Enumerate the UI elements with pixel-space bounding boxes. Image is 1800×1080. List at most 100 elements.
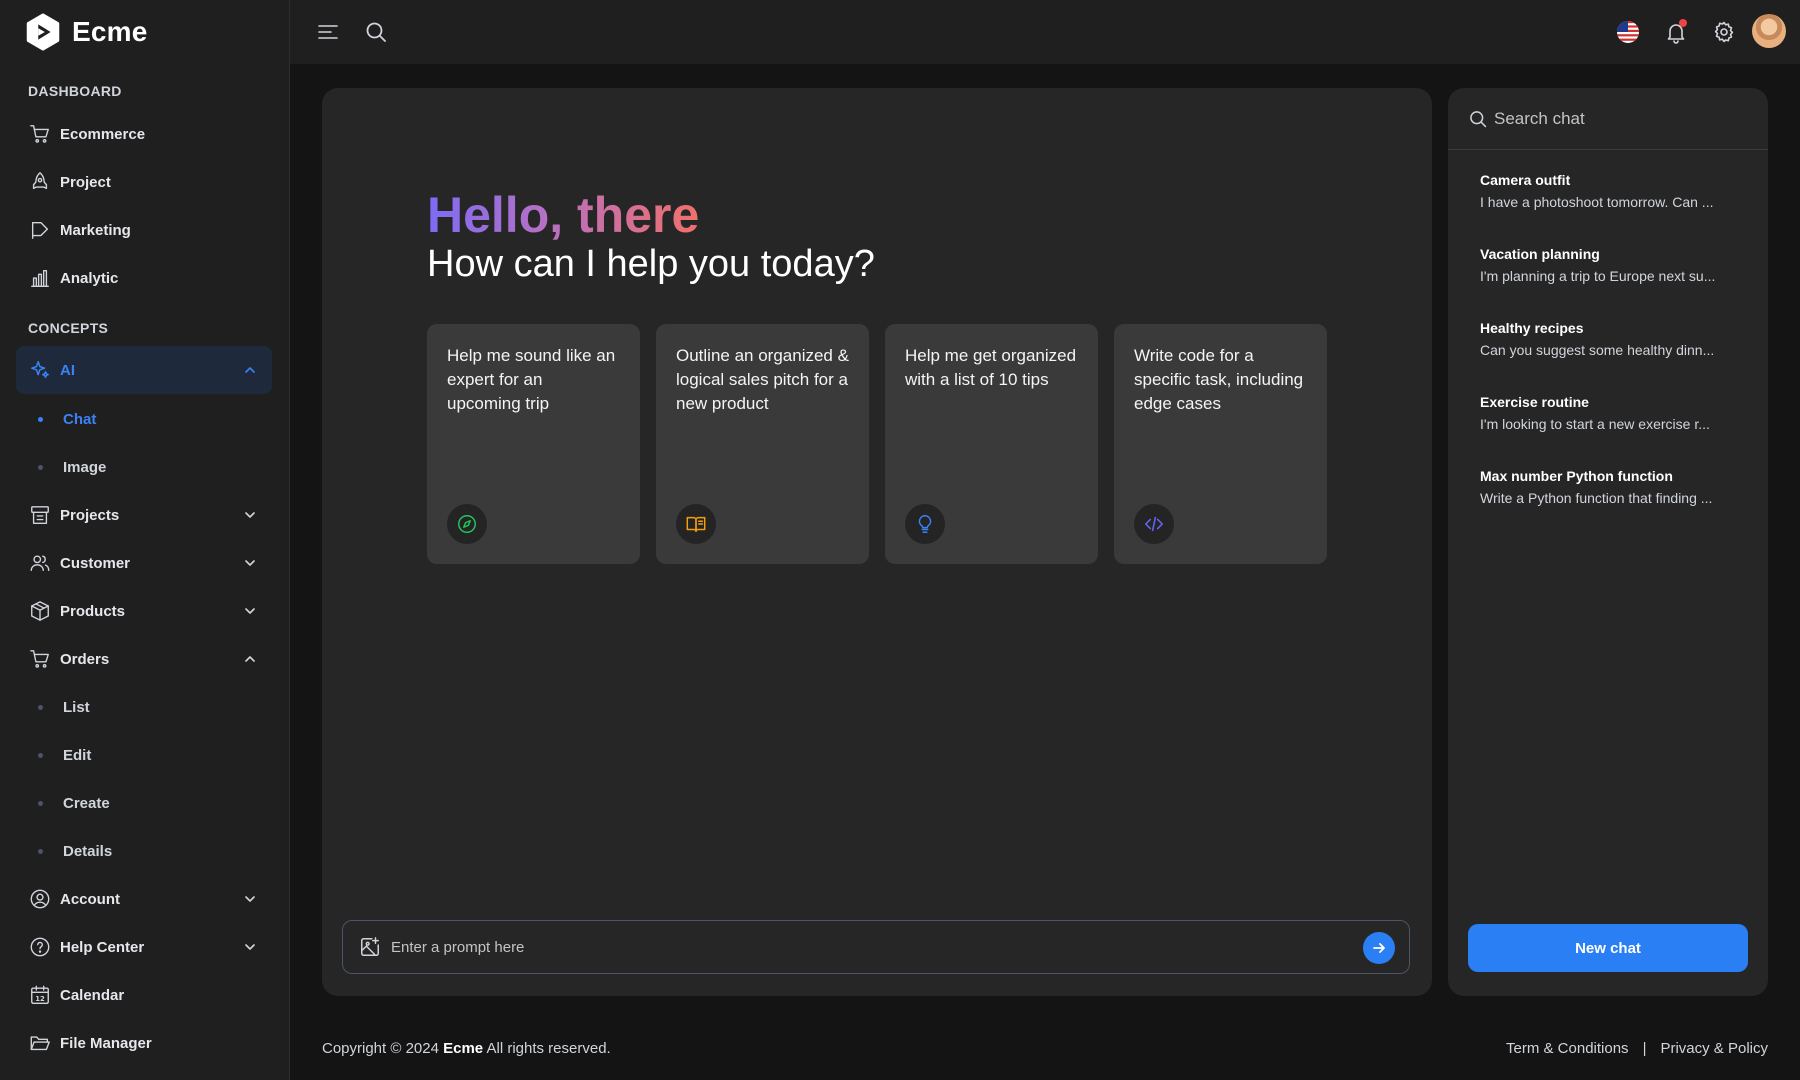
cart-icon: [28, 647, 52, 671]
ecme-logo-icon: [26, 13, 60, 51]
prompt-input[interactable]: [391, 929, 1351, 965]
svg-text:12: 12: [35, 995, 45, 1003]
sidebar-item-label: Orders: [60, 650, 110, 668]
section-title-dashboard: DASHBOARD: [28, 83, 122, 99]
chat-preview: I have a photoshoot tomorrow. Can ...: [1480, 194, 1714, 210]
chat-search: [1448, 88, 1768, 150]
suggestion-text: Help me sound like an expert for an upco…: [447, 346, 616, 413]
user-avatar[interactable]: [1752, 14, 1786, 48]
greeting-subtitle: How can I help you today?: [427, 243, 875, 285]
notification-badge: [1679, 19, 1687, 27]
copyright-brand: Ecme: [443, 1040, 484, 1057]
settings-button[interactable]: [1710, 18, 1738, 46]
sidebar-subitem-create[interactable]: Create: [30, 783, 270, 823]
chat-search-input[interactable]: [1494, 102, 1750, 136]
chat-history-item[interactable]: Max number Python function Write a Pytho…: [1480, 468, 1744, 506]
suggestion-card[interactable]: Help me get organized with a list of 10 …: [885, 324, 1098, 564]
sidebar-subitem-label: List: [63, 698, 90, 716]
suggestion-card[interactable]: Write code for a specific task, includin…: [1114, 324, 1327, 564]
menu-toggle-button[interactable]: [314, 18, 342, 46]
flag-icon: [28, 218, 52, 242]
gear-icon: [1714, 21, 1734, 43]
chat-history-item[interactable]: Exercise routine I'm looking to start a …: [1480, 394, 1744, 432]
header-search-button[interactable]: [362, 18, 390, 46]
search-icon: [366, 22, 386, 42]
chat-history-item[interactable]: Camera outfit I have a photoshoot tomorr…: [1480, 172, 1744, 210]
sidebar-item-customer[interactable]: Customer: [16, 539, 272, 587]
prompt-box: [342, 920, 1410, 974]
sidebar-subitem-details[interactable]: Details: [30, 831, 270, 871]
sidebar-item-label: Account: [60, 890, 120, 908]
sidebar-item-account[interactable]: Account: [16, 875, 272, 923]
chat-history-item[interactable]: Healthy recipes Can you suggest some hea…: [1480, 320, 1744, 358]
send-button[interactable]: [1363, 932, 1395, 964]
sidebar-subitem-chat[interactable]: Chat: [30, 399, 270, 439]
chat-title: Healthy recipes: [1480, 320, 1584, 336]
chevron-up-icon: [245, 656, 255, 662]
menu-icon: [318, 25, 338, 39]
chevron-down-icon: [245, 944, 255, 950]
calendar-icon: 12: [28, 983, 52, 1007]
sidebar-item-ai[interactable]: AI: [16, 346, 272, 394]
chat-title: Camera outfit: [1480, 172, 1571, 188]
sidebar-subitem-list[interactable]: List: [30, 687, 270, 727]
copyright-prefix: Copyright © 2024: [322, 1040, 439, 1057]
sidebar-item-project[interactable]: Project: [16, 158, 272, 206]
sidebar-item-label: Ecommerce: [60, 125, 146, 143]
bullet-dot: [38, 848, 43, 854]
sidebar-item-help-center[interactable]: Help Center: [16, 923, 272, 971]
chat-history-item[interactable]: Vacation planning I'm planning a trip to…: [1480, 246, 1744, 284]
image-upload-icon[interactable]: [359, 936, 381, 958]
language-selector[interactable]: [1614, 18, 1642, 46]
help-icon: [28, 935, 52, 959]
suggestion-text: Outline an organized & logical sales pit…: [676, 346, 849, 413]
ai-chat-main-panel: Hello, there How can I help you today? H…: [322, 88, 1432, 996]
chat-history-panel: Camera outfit I have a photoshoot tomorr…: [1448, 88, 1768, 996]
suggestion-text: Write code for a specific task, includin…: [1134, 346, 1304, 413]
sidebar-item-products[interactable]: Products: [16, 587, 272, 635]
code-icon: [1134, 504, 1174, 544]
footer-separator: |: [1642, 1040, 1647, 1057]
user-circle-icon: [28, 887, 52, 911]
sidebar-item-label: Help Center: [60, 938, 145, 956]
suggestion-card[interactable]: Outline an organized & logical sales pit…: [656, 324, 869, 564]
sidebar-item-projects[interactable]: Projects: [16, 491, 272, 539]
us-flag-icon: [1617, 21, 1639, 43]
sidebar-item-label: Products: [60, 602, 126, 620]
bullet-dot: [38, 752, 43, 758]
lightbulb-icon: [905, 504, 945, 544]
sidebar-subitem-label: Details: [63, 842, 113, 860]
app-logo[interactable]: Ecme: [24, 12, 148, 52]
chevron-down-icon: [245, 896, 255, 902]
sidebar: Ecme DASHBOARD Ecommerce Project Marketi…: [0, 0, 290, 1080]
terms-link[interactable]: Term & Conditions: [1506, 1040, 1629, 1057]
sidebar-item-label: Marketing: [60, 221, 131, 239]
privacy-link[interactable]: Privacy & Policy: [1660, 1040, 1768, 1057]
section-title-concepts: CONCEPTS: [28, 320, 109, 336]
chat-title: Vacation planning: [1480, 246, 1600, 262]
footer-copyright: Copyright © 2024 Ecme All rights reserve…: [322, 1040, 611, 1057]
sidebar-subitem-edit[interactable]: Edit: [30, 735, 270, 775]
sidebar-item-marketing[interactable]: Marketing: [16, 206, 272, 254]
sidebar-item-orders[interactable]: Orders: [16, 635, 272, 683]
chevron-down-icon: [245, 512, 255, 518]
sidebar-item-ecommerce[interactable]: Ecommerce: [16, 110, 272, 158]
new-chat-button[interactable]: New chat: [1468, 924, 1748, 972]
chat-preview: Write a Python function that finding ...: [1480, 490, 1713, 506]
chat-preview: I'm looking to start a new exercise r...: [1480, 416, 1710, 432]
sparkle-icon: [28, 358, 52, 382]
suggestion-card[interactable]: Help me sound like an expert for an upco…: [427, 324, 640, 564]
sidebar-item-label: AI: [60, 361, 75, 379]
cart-icon: [28, 122, 52, 146]
top-header: [290, 0, 1800, 64]
bullet-dot: [38, 416, 43, 422]
sidebar-item-calendar[interactable]: 12 Calendar: [16, 971, 272, 1019]
sidebar-subitem-image[interactable]: Image: [30, 447, 270, 487]
bullet-dot: [38, 464, 43, 470]
sidebar-item-analytic[interactable]: Analytic: [16, 254, 272, 302]
sidebar-item-file-manager[interactable]: File Manager: [16, 1019, 272, 1067]
sidebar-subitem-label: Chat: [63, 410, 97, 428]
chevron-up-icon: [245, 367, 255, 373]
notifications-button[interactable]: [1662, 18, 1690, 46]
box-icon: [28, 599, 52, 623]
